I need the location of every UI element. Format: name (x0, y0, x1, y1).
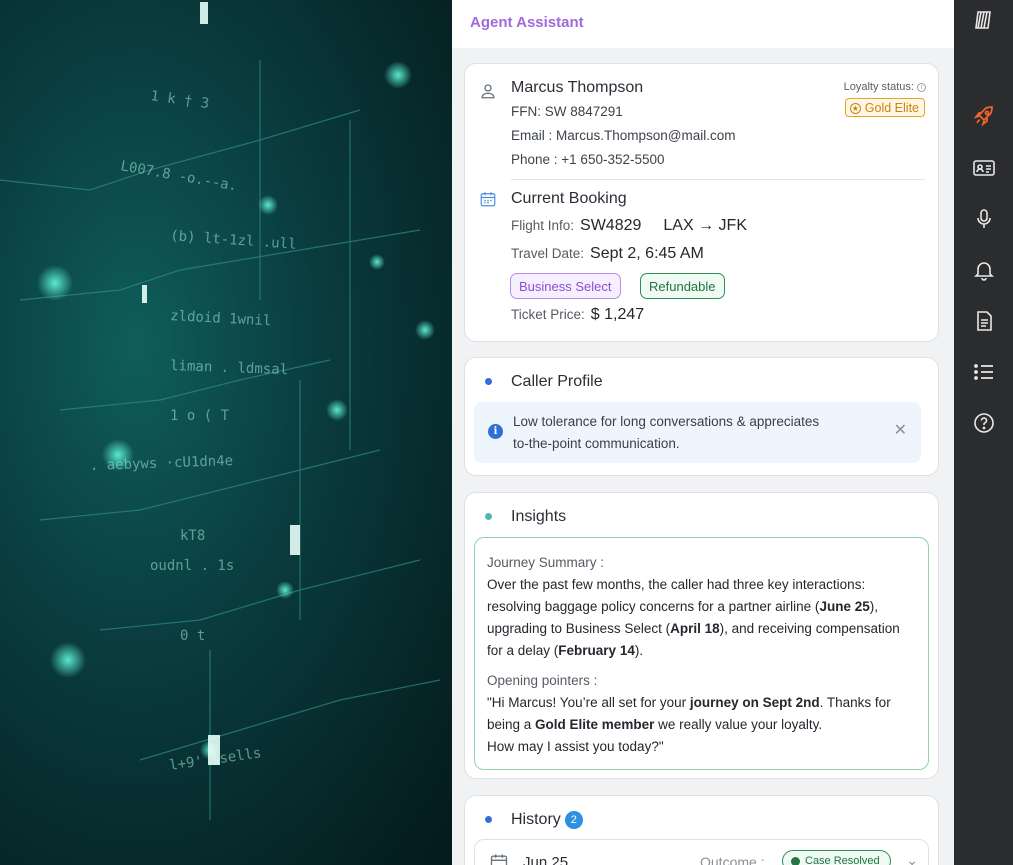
flight-info-label: Flight Info: (511, 218, 575, 233)
customer-phone: Phone : +1 650-352-5500 (511, 152, 665, 167)
document-icon[interactable] (971, 308, 997, 334)
history-count-badge: 2 (564, 811, 583, 829)
journey-date-highlight: June 25 (819, 599, 870, 614)
caller-note: i Low tolerance for long conversations &… (474, 402, 921, 463)
outcome-label: Outcome : (700, 854, 765, 865)
contact-card-icon[interactable] (971, 155, 997, 181)
svg-text:zldoid 1wnil: zldoid 1wnil (170, 308, 272, 329)
insights-content: Journey Summary : Over the past few mont… (474, 537, 929, 770)
flight-route: LAX → JFK (663, 217, 747, 234)
svg-text:1 o ( T: 1 o ( T (170, 408, 230, 424)
divider (511, 179, 925, 180)
svg-text:kT8: kT8 (180, 528, 205, 544)
journey-text-part: ). (634, 643, 644, 658)
list-icon[interactable] (971, 359, 997, 385)
panel-title: Agent Assistant (452, 0, 954, 48)
journey-date-highlight: April 18 (670, 621, 720, 636)
svg-text:liman . ldmsal: liman . ldmsal (170, 358, 289, 378)
travel-date-value: Sept 2, 6:45 AM (590, 245, 704, 262)
svg-text:L007.8 -o.--a.: L007.8 -o.--a. (119, 158, 238, 194)
svg-text:(b) lt-1zl .ull: (b) lt-1zl .ull (170, 228, 297, 253)
opening-highlight: journey on Sept 2nd (689, 695, 820, 710)
background-image: 1 k † 3 L007.8 -o.--a. (b) lt-1zl .ull z… (0, 0, 452, 865)
info-icon: i (488, 424, 503, 439)
loyalty-label-text: Loyalty status: (843, 81, 914, 93)
history-card: History 2 Jun 25 Outcome : Case Resolved … (464, 795, 939, 865)
travel-date-row: Travel Date: Sept 2, 6:45 AM (511, 245, 704, 263)
opening-text-part: we really value your loyalty. (654, 717, 823, 732)
history-row[interactable]: Jun 25 Outcome : Case Resolved ⌄ (474, 839, 929, 865)
logo-icon[interactable] (971, 7, 997, 33)
opening-highlight: Gold Elite member (535, 717, 655, 732)
star-circle-icon: ★ (849, 102, 861, 114)
caller-profile-card: Caller Profile i Low tolerance for long … (464, 357, 939, 476)
customer-ffn: FFN: SW 8847291 (511, 104, 623, 119)
journey-date-highlight: February 14 (558, 643, 635, 658)
circuit-background-art: 1 k † 3 L007.8 -o.--a. (b) lt-1zl .ull z… (0, 2, 441, 820)
journey-summary-text: Over the past few months, the caller had… (487, 574, 916, 662)
insights-card: Insights Journey Summary : Over the past… (464, 492, 939, 779)
rocket-icon[interactable] (971, 103, 997, 129)
ticket-price-label: Ticket Price: (511, 307, 585, 322)
caller-note-line-1: Low tolerance for long conversations & a… (513, 414, 820, 429)
svg-text:1 k † 3: 1 k † 3 (149, 88, 210, 112)
section-dot (485, 816, 492, 823)
svg-text:oudnl . 1s: oudnl . 1s (150, 558, 234, 574)
history-title: History (511, 811, 561, 828)
journey-summary-label: Journey Summary : (487, 555, 605, 570)
close-icon[interactable]: ✕ (894, 420, 907, 442)
history-date: Jun 25 (523, 854, 569, 865)
current-booking-title: Current Booking (511, 190, 627, 207)
section-dot (485, 378, 492, 385)
chevron-down-icon[interactable]: ⌄ (906, 852, 918, 865)
info-circle-icon[interactable]: i (917, 83, 926, 92)
bell-icon[interactable] (971, 257, 997, 283)
loyalty-status-label: Loyalty status: i (844, 81, 926, 93)
microphone-icon[interactable] (971, 206, 997, 232)
caller-note-line-2: to-the-point communication. (513, 436, 680, 451)
opening-pointers-label: Opening pointers : (487, 673, 598, 688)
calendar-icon (479, 190, 499, 210)
svg-text:0 t: 0 t (180, 628, 205, 644)
person-icon (479, 82, 499, 102)
fare-class-tag: Business Select (510, 273, 621, 299)
opening-pointers-text: "Hi Marcus! You’re all set for your jour… (487, 692, 916, 736)
right-nav-rail (954, 0, 1013, 865)
refundable-tag: Refundable (640, 273, 725, 299)
help-icon[interactable] (971, 410, 997, 436)
section-dot (485, 513, 492, 520)
insights-title: Insights (511, 508, 567, 525)
customer-name: Marcus Thompson (511, 79, 644, 96)
calendar-icon (489, 852, 509, 865)
loyalty-status-value: Gold Elite (864, 101, 919, 115)
journey-text-part: Over the past few months, the caller had… (487, 577, 866, 614)
flight-info-row: Flight Info: SW4829 LAX → JFK (511, 217, 747, 235)
ticket-price-value: $ 1,247 (590, 306, 645, 323)
history-title-wrap: History 2 (511, 811, 583, 829)
opening-pointers-last-line: How may I assist you today?" (487, 739, 664, 754)
outcome-badge: Case Resolved (782, 850, 891, 865)
caller-profile-title: Caller Profile (511, 373, 603, 390)
customer-card: Marcus Thompson FFN: SW 8847291 Email : … (464, 63, 939, 342)
travel-date-label: Travel Date: (511, 246, 585, 261)
loyalty-status-badge: ★ Gold Elite (844, 98, 925, 117)
flight-number: SW4829 (580, 217, 642, 234)
opening-text-part: "Hi Marcus! You’re all set for your (487, 695, 690, 710)
ticket-price-row: Ticket Price: $ 1,247 (511, 306, 644, 324)
customer-email: Email : Marcus.Thompson@mail.com (511, 128, 736, 143)
agent-assistant-panel: Agent Assistant Marcus Thompson FFN: SW … (452, 0, 954, 865)
